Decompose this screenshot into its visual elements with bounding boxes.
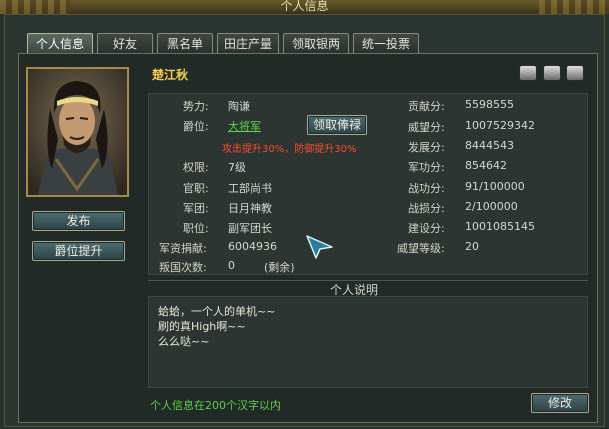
tab-collect-silver[interactable]: 领取银两 xyxy=(283,33,349,53)
legion-value: 日月神教 xyxy=(228,202,272,215)
battle-value: 91/100000 xyxy=(465,180,525,193)
office-value: 工部尚书 xyxy=(228,182,272,195)
description-line: 蛤蛤，一个人的单机~~ xyxy=(158,305,276,318)
bonus-text: 攻击提升30%，防御提升30% xyxy=(222,144,357,155)
build-value: 1001085145 xyxy=(465,220,535,233)
contribution-label: 贡献分: xyxy=(408,100,445,113)
armor-icon[interactable] xyxy=(543,65,561,81)
tab-farm-output[interactable]: 田庄产量 xyxy=(217,33,279,53)
prestige-label: 威望分: xyxy=(408,121,445,134)
title-value-link[interactable]: 大将军 xyxy=(228,118,261,134)
post-label: 职位: xyxy=(183,222,209,235)
helmet-icon[interactable] xyxy=(519,65,537,81)
legion-label: 军团: xyxy=(183,202,209,215)
tab-unified-vote[interactable]: 统一投票 xyxy=(353,33,419,53)
force-value: 陶谦 xyxy=(228,100,250,113)
description-line: 么么哒~~ xyxy=(158,335,210,348)
description-line: 刷的真High啊~~ xyxy=(158,320,246,333)
permission-value: 7级 xyxy=(228,161,246,174)
military-label: 军功分: xyxy=(408,161,445,174)
donation-label: 军资捐献: xyxy=(159,242,207,255)
collect-salary-button[interactable]: 领取俸禄 xyxy=(307,115,367,135)
avatar xyxy=(26,67,129,197)
development-value: 8444543 xyxy=(465,139,514,152)
development-label: 发展分: xyxy=(408,141,445,154)
betray-value: 0 xyxy=(228,259,235,272)
post-value: 副军团长 xyxy=(228,222,272,235)
description-hint: 个人信息在200个汉字以内 xyxy=(150,399,281,412)
loss-value: 2/100000 xyxy=(465,200,518,213)
permission-label: 权限: xyxy=(183,161,209,174)
military-value: 854642 xyxy=(465,159,507,172)
window-title: 个人信息 xyxy=(280,0,329,13)
prestige-level-label: 威望等级: xyxy=(397,242,445,255)
betray-note: (剩余) xyxy=(264,261,295,274)
tab-friends[interactable]: 好友 xyxy=(97,33,153,53)
prestige-value: 1007529342 xyxy=(465,119,535,132)
loss-label: 战损分: xyxy=(408,202,445,215)
betray-label: 叛国次数: xyxy=(159,261,207,274)
contribution-value: 5598555 xyxy=(465,98,514,111)
tab-personal-info[interactable]: 个人信息 xyxy=(27,33,93,53)
weapon-icon[interactable] xyxy=(566,65,584,81)
donation-value: 6004936 xyxy=(228,240,277,253)
cursor-icon xyxy=(306,235,333,259)
prestige-level-value: 20 xyxy=(465,240,479,253)
battle-label: 战功分: xyxy=(408,182,445,195)
description-text: 蛤蛤，一个人的单机~~ 刷的真High啊~~ 么么哒~~ xyxy=(158,304,275,349)
edit-button[interactable]: 修改 xyxy=(531,393,589,413)
title-label: 爵位: xyxy=(183,120,209,133)
force-label: 势力: xyxy=(183,100,209,113)
publish-button[interactable]: 发布 xyxy=(32,211,125,231)
tab-blacklist[interactable]: 黑名单 xyxy=(157,33,213,53)
build-label: 建设分: xyxy=(408,222,445,235)
office-label: 官职: xyxy=(183,182,209,195)
personal-info-window: 个人信息 个人信息 好友 黑名单 田庄产量 领取银两 统一投票 发布 爵位提升 … xyxy=(0,0,609,429)
character-name: 楚江秋 xyxy=(152,68,189,82)
rank-up-button[interactable]: 爵位提升 xyxy=(32,241,125,261)
title-bar[interactable]: 个人信息 xyxy=(0,0,609,14)
